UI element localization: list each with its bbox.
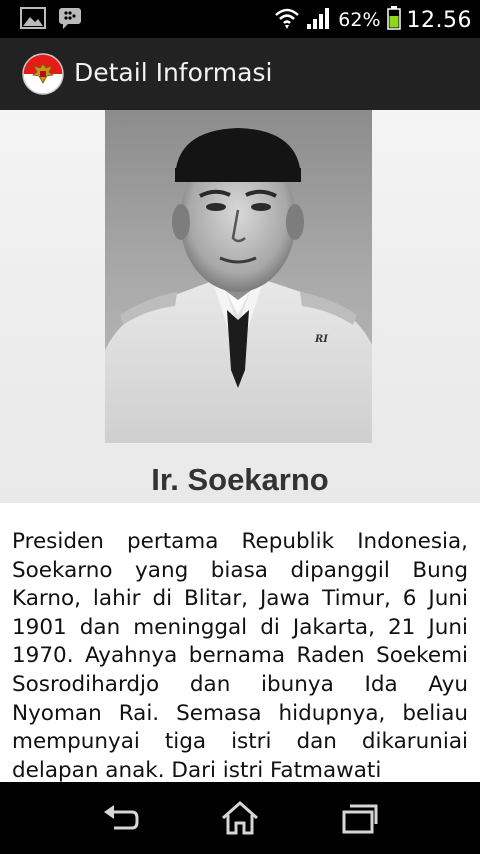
recents-icon[interactable] xyxy=(340,800,380,836)
svg-text:RI: RI xyxy=(314,334,328,345)
detail-header: RI Ir. Soekarno xyxy=(0,110,480,503)
home-icon[interactable] xyxy=(220,800,260,836)
battery-icon xyxy=(386,6,401,34)
action-bar: Detail Informasi xyxy=(0,38,480,111)
wifi-icon xyxy=(274,6,300,34)
description-text: Presiden pertama Republik Indonesia, Soe… xyxy=(12,529,468,782)
signal-icon xyxy=(306,6,332,34)
battery-percent: 62% xyxy=(338,9,381,31)
page-title: Detail Informasi xyxy=(74,58,273,87)
clock: 12.56 xyxy=(406,7,472,33)
back-icon[interactable] xyxy=(102,800,142,836)
detail-content[interactable]: RI Ir. Soekarno Presiden pertama Republi… xyxy=(0,110,480,782)
navigation-bar xyxy=(0,782,480,854)
status-bar: 62% 12.56 xyxy=(0,0,480,38)
person-name: Ir. Soekarno xyxy=(151,462,329,497)
bbm-icon xyxy=(58,7,82,33)
portrait-photo: RI xyxy=(105,110,372,443)
gallery-icon xyxy=(20,7,46,33)
garuda-logo[interactable] xyxy=(22,53,64,95)
